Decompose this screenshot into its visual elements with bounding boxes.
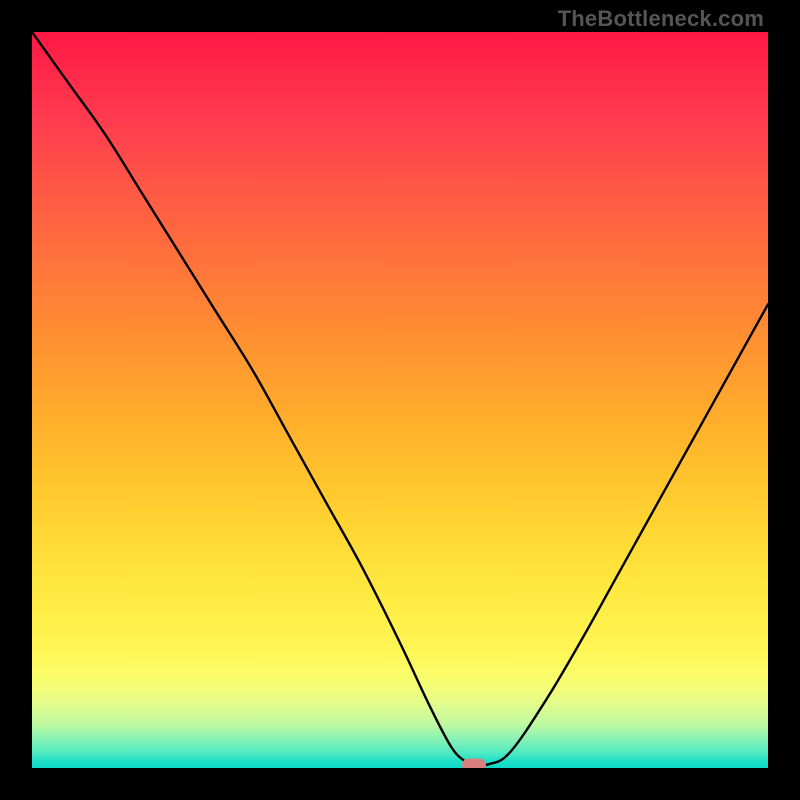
optimum-marker (462, 759, 486, 768)
watermark-text: TheBottleneck.com (558, 6, 764, 32)
plot-area (32, 32, 768, 768)
chart-frame: TheBottleneck.com (0, 0, 800, 800)
bottleneck-curve (32, 32, 768, 768)
